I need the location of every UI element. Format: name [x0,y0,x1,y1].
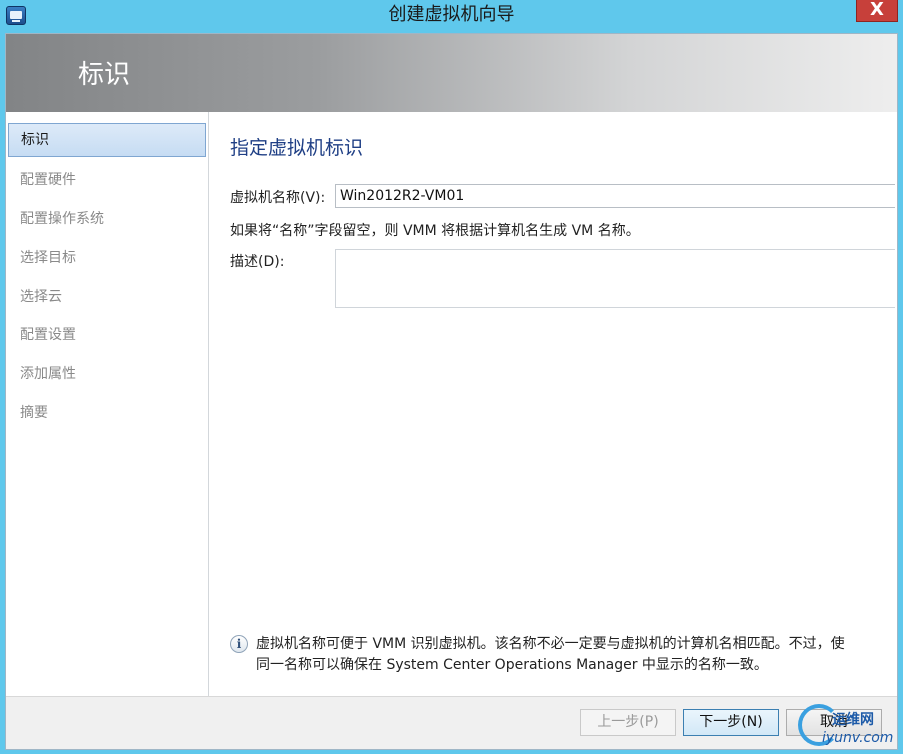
vm-name-input[interactable] [335,184,895,208]
next-button[interactable]: 下一步(N) [683,709,779,736]
nav-item-cloud[interactable]: 选择云 [8,280,206,314]
info-text: 虚拟机名称可便于 VMM 识别虚拟机。该名称不必一定要与虚拟机的计算机名相匹配。… [256,634,896,676]
vm-name-label: 虚拟机名称(V): [230,190,326,206]
title-bar[interactable]: 创建虚拟机向导 X [0,0,903,32]
nav-item-settings[interactable]: 配置设置 [8,318,206,352]
nav-item-summary[interactable]: 摘要 [8,396,206,430]
info-icon: i [230,635,248,653]
nav-item-destination[interactable]: 选择目标 [8,241,206,275]
watermark-text-top: 运维网 [832,712,874,728]
description-label: 描述(D): [230,254,285,270]
wizard-window: 创建虚拟机向导 X 标识 标识 配置硬件 配置操作系统 选择目标 选择云 配置设… [0,0,903,754]
description-textarea[interactable] [335,249,895,308]
watermark-logo: 运维网 iyunv.com [798,700,898,750]
back-button[interactable]: 上一步(P) [580,709,676,736]
close-button[interactable]: X [856,0,898,22]
name-hint-text: 如果将“名称”字段留空，则 VMM 将根据计算机名生成 VM 名称。 [230,223,640,239]
wizard-step-nav: 标识 配置硬件 配置操作系统 选择目标 选择云 配置设置 添加属性 摘要 [6,112,209,696]
nav-item-hardware[interactable]: 配置硬件 [8,163,206,197]
window-title: 创建虚拟机向导 [388,4,515,25]
nav-item-properties[interactable]: 添加属性 [8,357,206,391]
header-banner: 标识 [6,34,897,112]
wizard-client-area: 标识 标识 配置硬件 配置操作系统 选择目标 选择云 配置设置 添加属性 摘要 … [5,33,898,750]
nav-item-os[interactable]: 配置操作系统 [8,202,206,236]
nav-item-identity[interactable]: 标识 [8,123,206,157]
section-title: 指定虚拟机标识 [230,137,364,159]
main-panel: 指定虚拟机标识 虚拟机名称(V): 如果将“名称”字段留空，则 VMM 将根据计… [210,112,897,696]
info-text-line-2: 同一名称可以确保在 System Center Operations Manag… [256,657,768,673]
wizard-footer: 上一步(P) 下一步(N) 取消 [6,696,897,749]
banner-title: 标识 [78,60,131,90]
watermark-text-bottom: iyunv.com [822,730,894,746]
info-text-line-1: 虚拟机名称可便于 VMM 识别虚拟机。该名称不必一定要与虚拟机的计算机名相匹配。… [256,636,845,652]
